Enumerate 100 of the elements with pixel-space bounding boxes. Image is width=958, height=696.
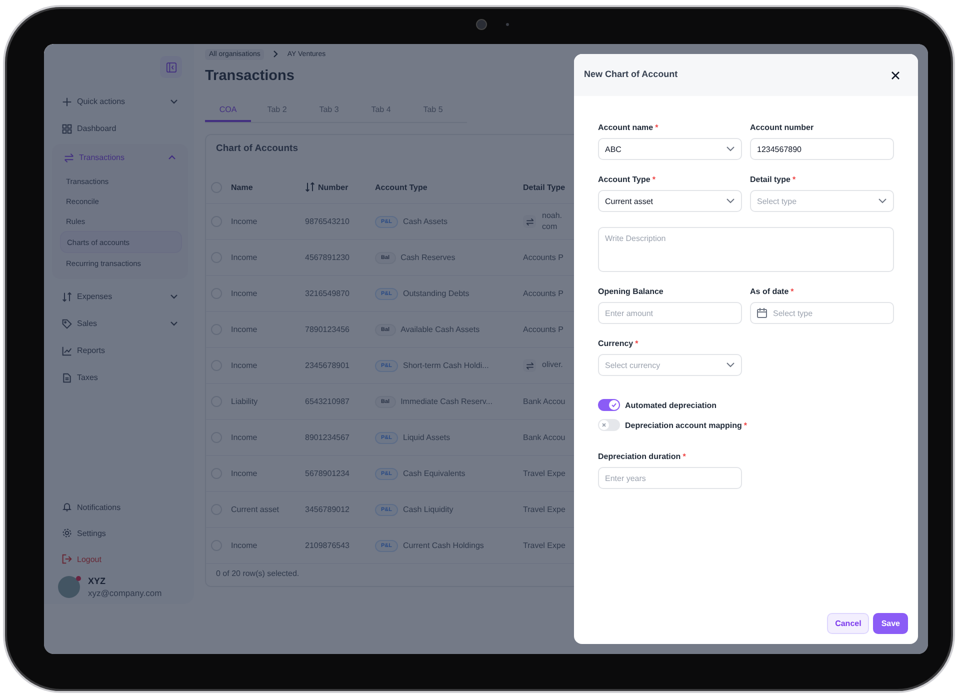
grid-icon <box>62 124 72 134</box>
table-cell-text: 2109876543 <box>305 541 350 550</box>
field-label: Account name * <box>598 123 660 132</box>
chevron-down-icon <box>726 362 735 368</box>
table-cell-text: Income <box>231 433 258 442</box>
table-cell-text: 8901234567 <box>305 433 350 442</box>
user-email: xyz@company.com <box>88 588 162 598</box>
select-field[interactable]: Select currency <box>598 354 742 376</box>
table-cell-text: 7890123456 <box>305 325 350 334</box>
sidebar-toggle-button[interactable] <box>160 56 182 78</box>
toggle-label: Automated depreciation <box>625 400 717 410</box>
nav-item[interactable]: Reports <box>56 337 184 364</box>
date-field[interactable]: Select type <box>750 302 894 324</box>
table-cell: Current Cash Holdings <box>403 541 484 550</box>
nav-item[interactable]: Taxes <box>56 364 184 391</box>
sort-arrows-icon <box>62 292 72 302</box>
table-cell-text: Liability <box>231 397 259 406</box>
table-cell-text: 3216549870 <box>305 289 350 298</box>
table-cell: Short-term Cash Holdi... <box>403 361 489 370</box>
selection-count: 0 of 20 row(s) selected. <box>215 568 300 580</box>
select-field[interactable]: Current asset <box>598 190 742 212</box>
input-field[interactable]: 1234567890 <box>750 138 894 160</box>
table-cell-text: 5678901234 <box>305 469 350 478</box>
chevron-right-icon <box>273 50 278 58</box>
field-label: Account number <box>750 123 815 132</box>
tab[interactable]: Tab 3 <box>303 100 355 122</box>
status-dot <box>76 576 81 581</box>
field-label: Opening Balance <box>598 287 664 296</box>
nav-item[interactable]: Logout <box>56 546 184 572</box>
table-cell-text: Income <box>231 361 258 370</box>
cancel-button[interactable]: Cancel <box>827 613 870 634</box>
table-cell-text: Income <box>231 325 258 334</box>
toggle-label: Depreciation account mapping * <box>625 420 748 430</box>
tag-icon <box>62 318 72 328</box>
table-cell-text: Income <box>231 217 258 226</box>
swap-arrows-icon <box>64 152 74 162</box>
tab[interactable]: Tab 5 <box>407 100 459 122</box>
column-header[interactable]: Name <box>231 182 305 192</box>
table-cell-text: Income <box>231 541 258 550</box>
table-cell-text: oliver. <box>542 360 564 371</box>
description-field[interactable]: Write Description <box>598 227 894 272</box>
sidebar-panel-icon <box>166 62 176 72</box>
column-header[interactable]: Number <box>305 182 375 192</box>
table-cell-text: 9876543210 <box>305 217 350 226</box>
select-field[interactable]: Select type <box>750 190 894 212</box>
calendar-icon <box>757 308 767 318</box>
tab[interactable]: Tab 2 <box>251 100 303 122</box>
table-cell: Travel Expe <box>523 505 566 514</box>
check-icon <box>611 402 617 408</box>
table-cell: Bank Accou <box>523 397 566 406</box>
table-cell: Bank Accou <box>523 433 566 442</box>
tab[interactable]: Tab 4 <box>355 100 407 122</box>
table-cell: Available Cash Assets <box>400 325 480 334</box>
table-cell: Outstanding Debts <box>403 289 470 298</box>
select-field[interactable]: ABC <box>598 138 742 160</box>
plus-icon <box>62 96 72 106</box>
table-cell: Travel Expe <box>523 469 566 478</box>
page-title: Transactions <box>205 68 296 86</box>
camera-icon <box>476 19 487 30</box>
table-cell: Accounts P <box>523 253 564 262</box>
nav-item[interactable]: Notifications <box>56 494 184 520</box>
nav-item[interactable]: Dashboard <box>56 115 184 142</box>
nav-item[interactable]: Expenses <box>56 283 184 310</box>
table-cell-text: Current asset <box>231 505 280 514</box>
settings-icon <box>62 528 72 538</box>
column-header[interactable]: Account Type <box>375 182 523 192</box>
table-cell: Cash Equivalents <box>403 469 466 478</box>
nav-item[interactable]: Quick actions <box>56 88 184 115</box>
field-label: As of date * <box>750 287 795 296</box>
nav-item[interactable]: Settings <box>56 520 184 546</box>
table-cell: Cash Reserves <box>400 253 456 262</box>
x-icon <box>601 422 607 428</box>
modal-title: New Chart of Account <box>584 68 678 78</box>
table-cell: Immediate Cash Reserv... <box>400 397 492 406</box>
sensor-icon <box>506 23 509 26</box>
user-name: XYZ <box>88 576 107 586</box>
field-label: Depreciation duration * <box>598 452 687 461</box>
toggle-switch[interactable] <box>598 399 620 411</box>
table-cell: Accounts P <box>523 325 564 334</box>
field-label: Currency * <box>598 339 640 348</box>
chevron-down-icon <box>726 198 735 204</box>
toggle-switch[interactable] <box>598 419 620 431</box>
save-button[interactable]: Save <box>873 613 908 634</box>
nav-item[interactable]: Sales <box>56 310 184 337</box>
input-field[interactable]: Enter years <box>598 467 742 489</box>
bell-icon <box>62 502 72 512</box>
logout-icon <box>62 554 72 564</box>
line-chart-icon <box>62 346 72 356</box>
close-icon[interactable] <box>891 70 900 80</box>
column-header[interactable]: Detail Type <box>523 182 574 192</box>
nav-item[interactable]: Transactions <box>58 144 182 171</box>
table-cell-text: 2345678901 <box>305 361 350 370</box>
table-cell: Cash Assets <box>403 217 448 226</box>
document-icon <box>62 372 72 382</box>
table-cell-text: noah. com <box>542 211 564 232</box>
table-cell: Accounts P <box>523 289 564 298</box>
input-field[interactable]: Enter amount <box>598 302 742 324</box>
card-title: Chart of Accounts <box>215 142 299 156</box>
table-cell-text: 6543210987 <box>305 397 350 406</box>
tab[interactable]: COA <box>205 100 251 122</box>
